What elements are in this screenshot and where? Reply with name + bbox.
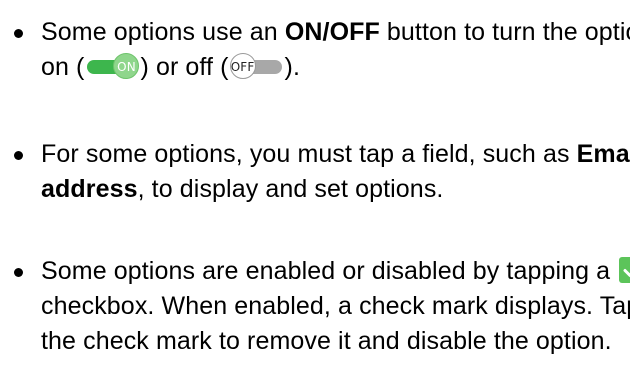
toggle-on-icon: ON <box>85 53 140 79</box>
item-text: ). <box>284 53 301 81</box>
item-text: , to display and set options. <box>137 175 444 203</box>
checkbox-checked-icon <box>619 257 630 283</box>
list-item: Some options use an ON/OFF button to tur… <box>0 15 630 85</box>
item-text: Some options are enabled or disabled by … <box>41 257 618 285</box>
toggle-knob-label: ON <box>113 53 140 79</box>
check-mark-icon <box>623 269 630 277</box>
item-text: Some options use an <box>41 18 285 46</box>
item-text: ) or off ( <box>140 53 229 81</box>
item-text: checkbox. When enabled, a check mark dis… <box>41 292 630 355</box>
toggle-off-icon: OFF <box>229 53 284 79</box>
list-item: Some options are enabled or disabled by … <box>0 254 630 359</box>
item-bold-text: ON/OFF <box>284 18 380 46</box>
list-item: For some options, you must tap a field, … <box>0 137 630 207</box>
item-text: For some options, you must tap a field, … <box>41 140 577 168</box>
toggle-knob-label: OFF <box>229 53 256 79</box>
